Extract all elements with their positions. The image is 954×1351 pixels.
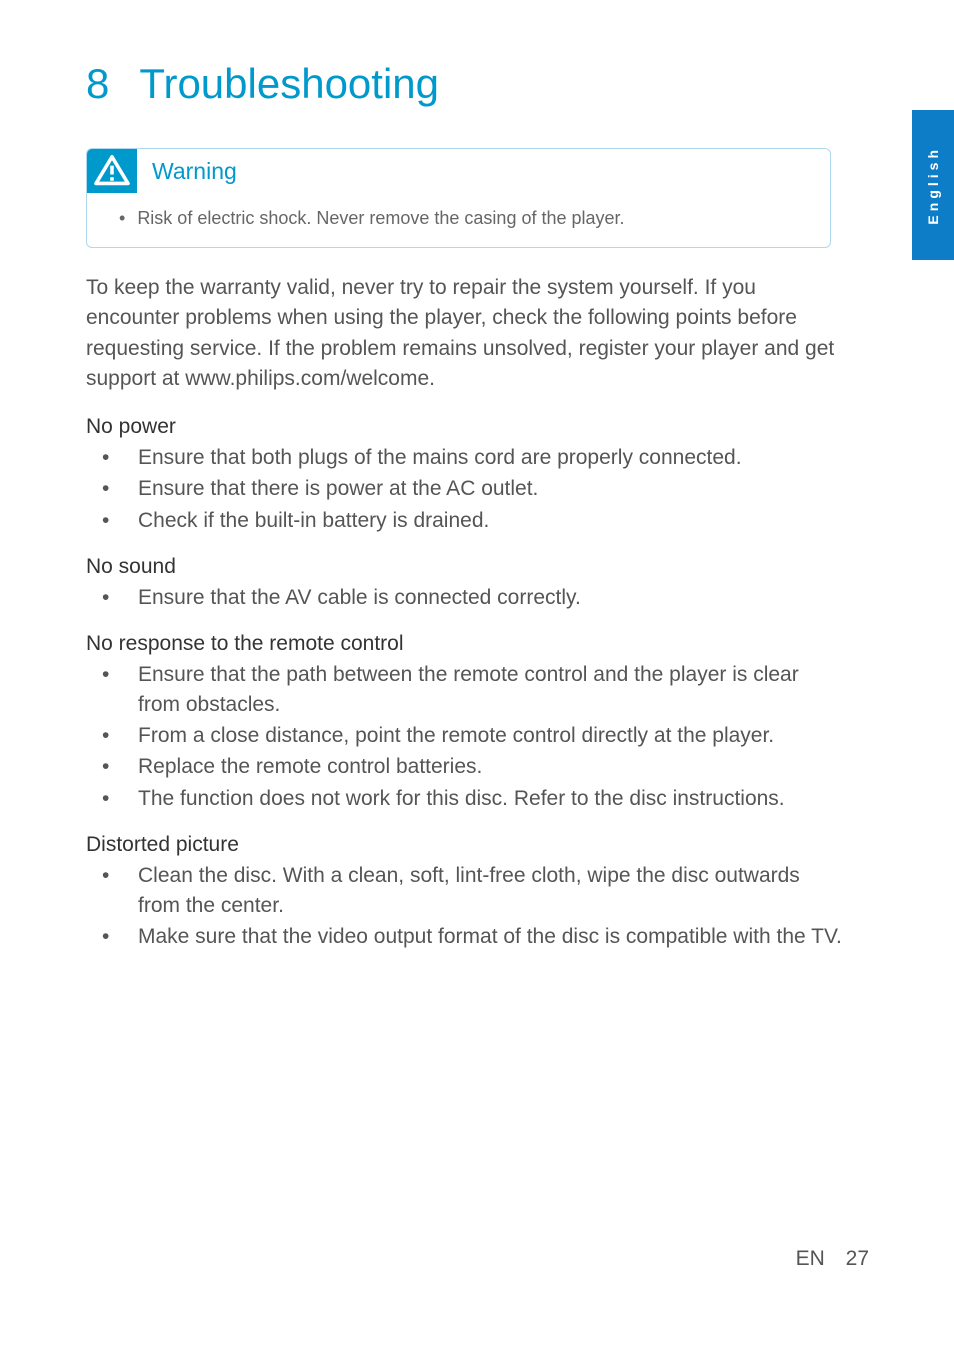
section-heading: No response to the remote control (86, 632, 846, 656)
bullet-text: Ensure that the AV cable is connected co… (138, 583, 846, 612)
bullet-marker: • (119, 208, 125, 229)
chapter-title: Troubleshooting (139, 60, 439, 107)
warning-box: Warning • Risk of electric shock. Never … (86, 148, 831, 248)
list-item: • Replace the remote control batteries. (86, 752, 846, 781)
warning-header: Warning (87, 149, 830, 193)
warning-body: • Risk of electric shock. Never remove t… (87, 193, 830, 247)
bullet-list: • Ensure that both plugs of the mains co… (86, 443, 846, 535)
bullet-list: • Ensure that the AV cable is connected … (86, 583, 846, 612)
bullet-text: Ensure that both plugs of the mains cord… (138, 443, 846, 472)
list-item: • Ensure that there is power at the AC o… (86, 474, 846, 503)
warning-item-text: Risk of electric shock. Never remove the… (137, 208, 624, 229)
footer-language: EN (796, 1247, 825, 1270)
warning-triangle-icon (87, 149, 137, 193)
list-item: • The function does not work for this di… (86, 784, 846, 813)
list-item: • Clean the disc. With a clean, soft, li… (86, 861, 846, 920)
bullet-marker: • (86, 443, 138, 472)
bullet-text: Clean the disc. With a clean, soft, lint… (138, 861, 846, 920)
list-item: • Make sure that the video output format… (86, 922, 846, 951)
language-tab-label: English (925, 146, 941, 225)
bullet-marker: • (86, 583, 138, 612)
section-heading: Distorted picture (86, 833, 846, 857)
page-footer: EN 27 (796, 1247, 869, 1271)
bullet-marker: • (86, 506, 138, 535)
bullet-text: From a close distance, point the remote … (138, 721, 846, 750)
list-item: • Ensure that both plugs of the mains co… (86, 443, 846, 472)
warning-title: Warning (152, 158, 237, 185)
section-distorted-picture: Distorted picture • Clean the disc. With… (86, 833, 846, 951)
warning-item: • Risk of electric shock. Never remove t… (119, 208, 810, 229)
bullet-marker: • (86, 861, 138, 920)
list-item: • Ensure that the path between the remot… (86, 660, 846, 719)
bullet-marker: • (86, 752, 138, 781)
bullet-marker: • (86, 721, 138, 750)
bullet-marker: • (86, 784, 138, 813)
bullet-marker: • (86, 474, 138, 503)
bullet-text: Ensure that there is power at the AC out… (138, 474, 846, 503)
section-no-sound: No sound • Ensure that the AV cable is c… (86, 555, 846, 612)
bullet-list: • Clean the disc. With a clean, soft, li… (86, 861, 846, 951)
bullet-text: Replace the remote control batteries. (138, 752, 846, 781)
footer-page-number: 27 (846, 1247, 869, 1270)
bullet-text: Make sure that the video output format o… (138, 922, 846, 951)
chapter-heading: 8 Troubleshooting (86, 60, 874, 108)
bullet-text: The function does not work for this disc… (138, 784, 846, 813)
bullet-text: Check if the built-in battery is drained… (138, 506, 846, 535)
bullet-list: • Ensure that the path between the remot… (86, 660, 846, 813)
bullet-text: Ensure that the path between the remote … (138, 660, 846, 719)
section-heading: No sound (86, 555, 846, 579)
section-heading: No power (86, 415, 846, 439)
bullet-marker: • (86, 660, 138, 719)
list-item: • Ensure that the AV cable is connected … (86, 583, 846, 612)
bullet-marker: • (86, 922, 138, 951)
language-tab: English (912, 110, 954, 260)
intro-paragraph: To keep the warranty valid, never try to… (86, 273, 836, 395)
list-item: • From a close distance, point the remot… (86, 721, 846, 750)
section-no-power: No power • Ensure that both plugs of the… (86, 415, 846, 535)
chapter-number: 8 (86, 60, 109, 107)
section-no-response: No response to the remote control • Ensu… (86, 632, 846, 813)
list-item: • Check if the built-in battery is drain… (86, 506, 846, 535)
